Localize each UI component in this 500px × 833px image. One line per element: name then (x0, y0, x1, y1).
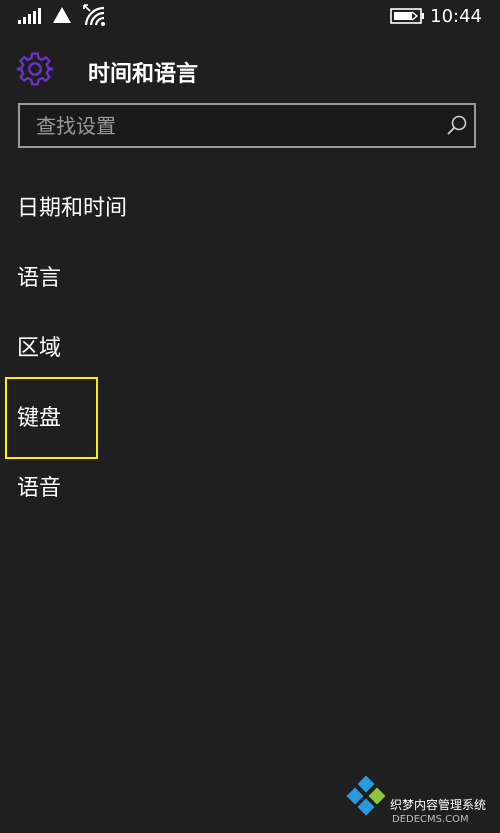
signal-icon (18, 8, 41, 24)
gear-icon (16, 52, 54, 86)
search-icon[interactable] (446, 114, 468, 136)
menu-item-label: 区域 (17, 336, 62, 361)
watermark-logo-icon (346, 776, 386, 816)
menu-item-label: 语言 (17, 266, 62, 291)
menu-item-label: 语音 (17, 476, 62, 501)
menu-item-language[interactable]: 语言 (0, 246, 500, 306)
page-header: 时间和语言 (0, 44, 500, 96)
menu-item-date-time[interactable]: 日期和时间 (0, 176, 500, 236)
menu-item-label: 键盘 (17, 406, 62, 431)
page-title: 时间和语言 (88, 62, 199, 87)
search-box[interactable] (18, 103, 476, 148)
status-bar: 10:44 (0, 0, 500, 34)
watermark: 织梦内容管理系统 DEDECMS.COM (346, 770, 500, 833)
menu-item-region[interactable]: 区域 (0, 316, 500, 376)
clock: 10:44 (430, 6, 482, 27)
menu-item-keyboard[interactable]: 键盘 (0, 386, 500, 446)
search-input[interactable] (36, 105, 436, 146)
wifi-icon (83, 4, 105, 26)
menu-item-speech[interactable]: 语音 (0, 456, 500, 516)
menu-item-label: 日期和时间 (17, 196, 128, 221)
watermark-text: 织梦内容管理系统 (390, 798, 487, 812)
data-triangle-icon (53, 7, 71, 23)
battery-charging-icon (390, 8, 424, 24)
watermark-subtext: DEDECMS.COM (392, 814, 469, 825)
